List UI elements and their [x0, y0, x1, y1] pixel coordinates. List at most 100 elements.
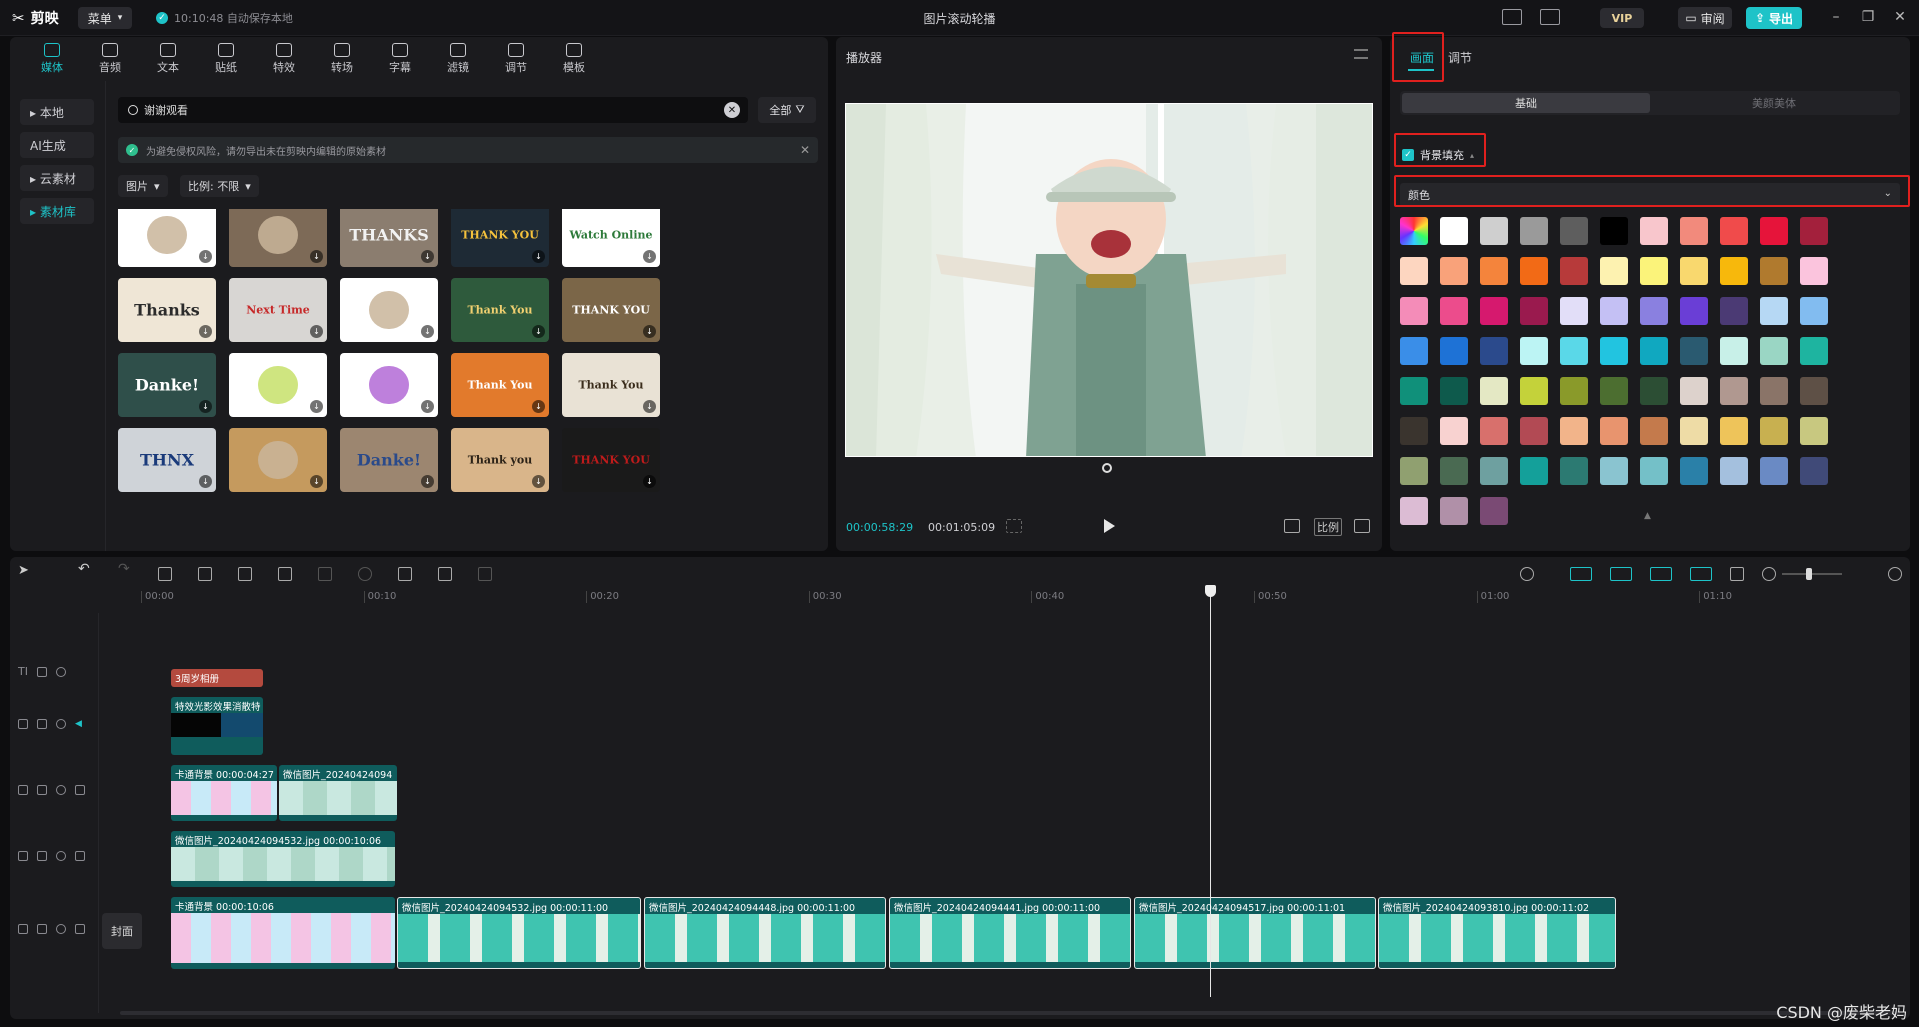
asset-tile[interactable]: ↓: [229, 353, 327, 417]
color-swatch[interactable]: [1720, 457, 1748, 485]
color-swatch[interactable]: [1520, 337, 1548, 365]
color-swatch[interactable]: [1520, 417, 1548, 445]
split-left-icon[interactable]: [198, 567, 212, 581]
asset-tile[interactable]: Next Time ↓: [229, 278, 327, 342]
expand-icon[interactable]: [1354, 519, 1370, 533]
color-swatch[interactable]: [1400, 457, 1428, 485]
snap-icon[interactable]: [1690, 567, 1712, 581]
color-swatch[interactable]: [1400, 257, 1428, 285]
color-swatch[interactable]: [1520, 297, 1548, 325]
download-icon[interactable]: ↓: [421, 250, 434, 263]
segment-basic[interactable]: 基础: [1402, 93, 1650, 113]
tab-adjust[interactable]: 调节: [1448, 49, 1472, 66]
download-icon[interactable]: ↓: [199, 400, 212, 413]
lock-icon[interactable]: [37, 851, 47, 861]
color-swatch[interactable]: [1720, 417, 1748, 445]
eye-icon[interactable]: [56, 851, 66, 861]
rotate-icon[interactable]: [438, 567, 452, 581]
color-swatch[interactable]: [1800, 377, 1828, 405]
color-swatch[interactable]: [1760, 457, 1788, 485]
crop-icon[interactable]: [478, 567, 492, 581]
color-swatch[interactable]: [1680, 297, 1708, 325]
color-swatch[interactable]: [1760, 297, 1788, 325]
download-icon[interactable]: ↓: [532, 250, 545, 263]
download-icon[interactable]: ↓: [643, 400, 656, 413]
download-icon[interactable]: ↓: [310, 475, 323, 488]
split-right-icon[interactable]: [238, 567, 252, 581]
caption-icon[interactable]: [1730, 567, 1744, 581]
color-swatch[interactable]: [1680, 337, 1708, 365]
text-clip[interactable]: 3周岁相册: [171, 669, 263, 687]
download-icon[interactable]: ↓: [199, 250, 212, 263]
restore-icon[interactable]: ❐: [1858, 9, 1878, 25]
shortcut-icon[interactable]: [1502, 9, 1522, 25]
color-swatch[interactable]: [1800, 417, 1828, 445]
close-icon[interactable]: ✕: [1890, 9, 1910, 25]
color-swatch[interactable]: [1560, 337, 1588, 365]
color-swatch[interactable]: [1640, 257, 1668, 285]
download-icon[interactable]: ↓: [421, 325, 434, 338]
color-swatch[interactable]: [1640, 217, 1668, 245]
color-swatch[interactable]: [1600, 417, 1628, 445]
color-swatch[interactable]: [1680, 457, 1708, 485]
color-swatch[interactable]: [1720, 257, 1748, 285]
waveform-icon[interactable]: [1006, 519, 1022, 533]
asset-tile[interactable]: THANK YOU ↓: [562, 278, 660, 342]
color-swatch[interactable]: [1560, 457, 1588, 485]
video-clip[interactable]: 微信图片_20240424094517.jpg 00:00:11:01: [1134, 897, 1376, 969]
download-icon[interactable]: ↓: [199, 475, 212, 488]
segment-beauty[interactable]: 美颜美体: [1650, 93, 1898, 113]
menu-icon[interactable]: [1354, 49, 1368, 59]
tab-media-1[interactable]: 音频: [82, 37, 138, 81]
eye-icon[interactable]: [56, 785, 66, 795]
download-icon[interactable]: ↓: [643, 250, 656, 263]
asset-tile[interactable]: ↓: [340, 353, 438, 417]
color-swatch[interactable]: [1520, 217, 1548, 245]
playhead-handle[interactable]: [1205, 585, 1216, 597]
scrubber-handle[interactable]: [1102, 463, 1112, 473]
color-swatch[interactable]: [1800, 337, 1828, 365]
color-swatch[interactable]: [1440, 337, 1468, 365]
sidebar-item-2[interactable]: ▸ 云素材: [20, 165, 94, 191]
color-swatch[interactable]: [1680, 377, 1708, 405]
redo-icon[interactable]: ↷: [118, 561, 132, 577]
tab-media-6[interactable]: 字幕: [372, 37, 428, 81]
color-swatch[interactable]: [1600, 457, 1628, 485]
color-swatch[interactable]: [1480, 457, 1508, 485]
tab-media-2[interactable]: 文本: [140, 37, 196, 81]
color-swatch[interactable]: [1760, 417, 1788, 445]
asset-tile[interactable]: Watch Online ↓: [562, 209, 660, 267]
color-swatch[interactable]: [1600, 257, 1628, 285]
cover-button[interactable]: 封面: [102, 913, 142, 949]
asset-tile[interactable]: THANK YOU ↓: [562, 428, 660, 492]
asset-tile[interactable]: Thank you ↓: [451, 428, 549, 492]
play-icon[interactable]: [1104, 519, 1115, 533]
color-swatch[interactable]: [1480, 297, 1508, 325]
download-icon[interactable]: ↓: [310, 250, 323, 263]
color-swatch[interactable]: [1520, 377, 1548, 405]
asset-tile[interactable]: Thank You ↓: [451, 278, 549, 342]
color-swatch[interactable]: [1560, 377, 1588, 405]
asset-tile[interactable]: THNX ↓: [118, 428, 216, 492]
color-swatch[interactable]: [1640, 297, 1668, 325]
lock-icon[interactable]: [37, 719, 47, 729]
time-ruler[interactable]: 00:00 00:10 00:20 00:30 00:40 00:50 01:00 01:10: [100, 591, 1910, 613]
color-swatch[interactable]: [1400, 377, 1428, 405]
video-clip[interactable]: 微信图片_20240424094532.jpg 00:00:10:06: [171, 831, 395, 887]
color-swatch[interactable]: [1440, 217, 1468, 245]
asset-tile[interactable]: ↓: [229, 428, 327, 492]
color-swatch[interactable]: [1480, 497, 1508, 525]
color-swatch[interactable]: [1720, 297, 1748, 325]
color-swatch[interactable]: [1480, 417, 1508, 445]
color-swatch[interactable]: [1600, 217, 1628, 245]
color-swatch[interactable]: [1440, 377, 1468, 405]
download-icon[interactable]: ↓: [310, 400, 323, 413]
color-swatch[interactable]: [1800, 457, 1828, 485]
color-swatch[interactable]: [1520, 457, 1548, 485]
color-swatch[interactable]: [1400, 337, 1428, 365]
color-swatch[interactable]: [1560, 217, 1588, 245]
color-swatch[interactable]: [1720, 377, 1748, 405]
ratio-filter-dropdown[interactable]: 比例: 不限 ▾: [180, 175, 259, 197]
eye-icon[interactable]: [56, 924, 66, 934]
color-swatch[interactable]: [1720, 337, 1748, 365]
